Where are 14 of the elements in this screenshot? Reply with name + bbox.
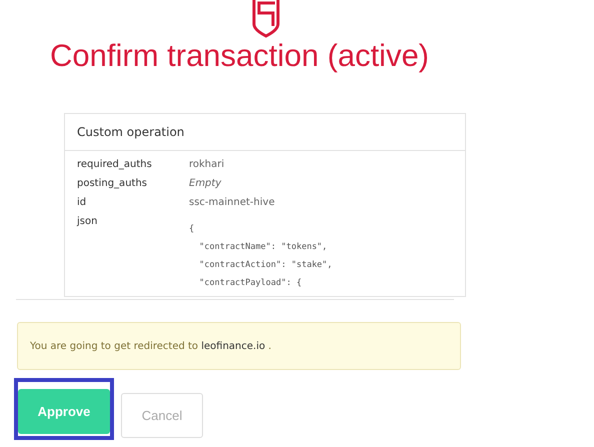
approve-button[interactable]: Approve: [18, 389, 110, 434]
field-value: Empty: [189, 178, 222, 189]
field-value: rokhari: [189, 159, 224, 170]
field-label: posting_auths: [77, 178, 148, 189]
json-code: { "contractName": "tokens", "contractAction": "stake", "contractPayload": {: [189, 223, 332, 290]
field-value: ssc-mainnet-hive: [189, 197, 275, 208]
field-label: json: [77, 216, 98, 229]
shield-icon: [251, 0, 281, 38]
redirect-notice: You are going to get redirected to leofinance.io .: [17, 322, 461, 370]
cancel-button[interactable]: Cancel: [121, 393, 203, 438]
page-title: Confirm transaction (active): [50, 38, 430, 74]
field-label: required_auths: [77, 159, 153, 170]
card-title: Custom operation: [65, 114, 465, 151]
field-label: id: [77, 197, 88, 208]
